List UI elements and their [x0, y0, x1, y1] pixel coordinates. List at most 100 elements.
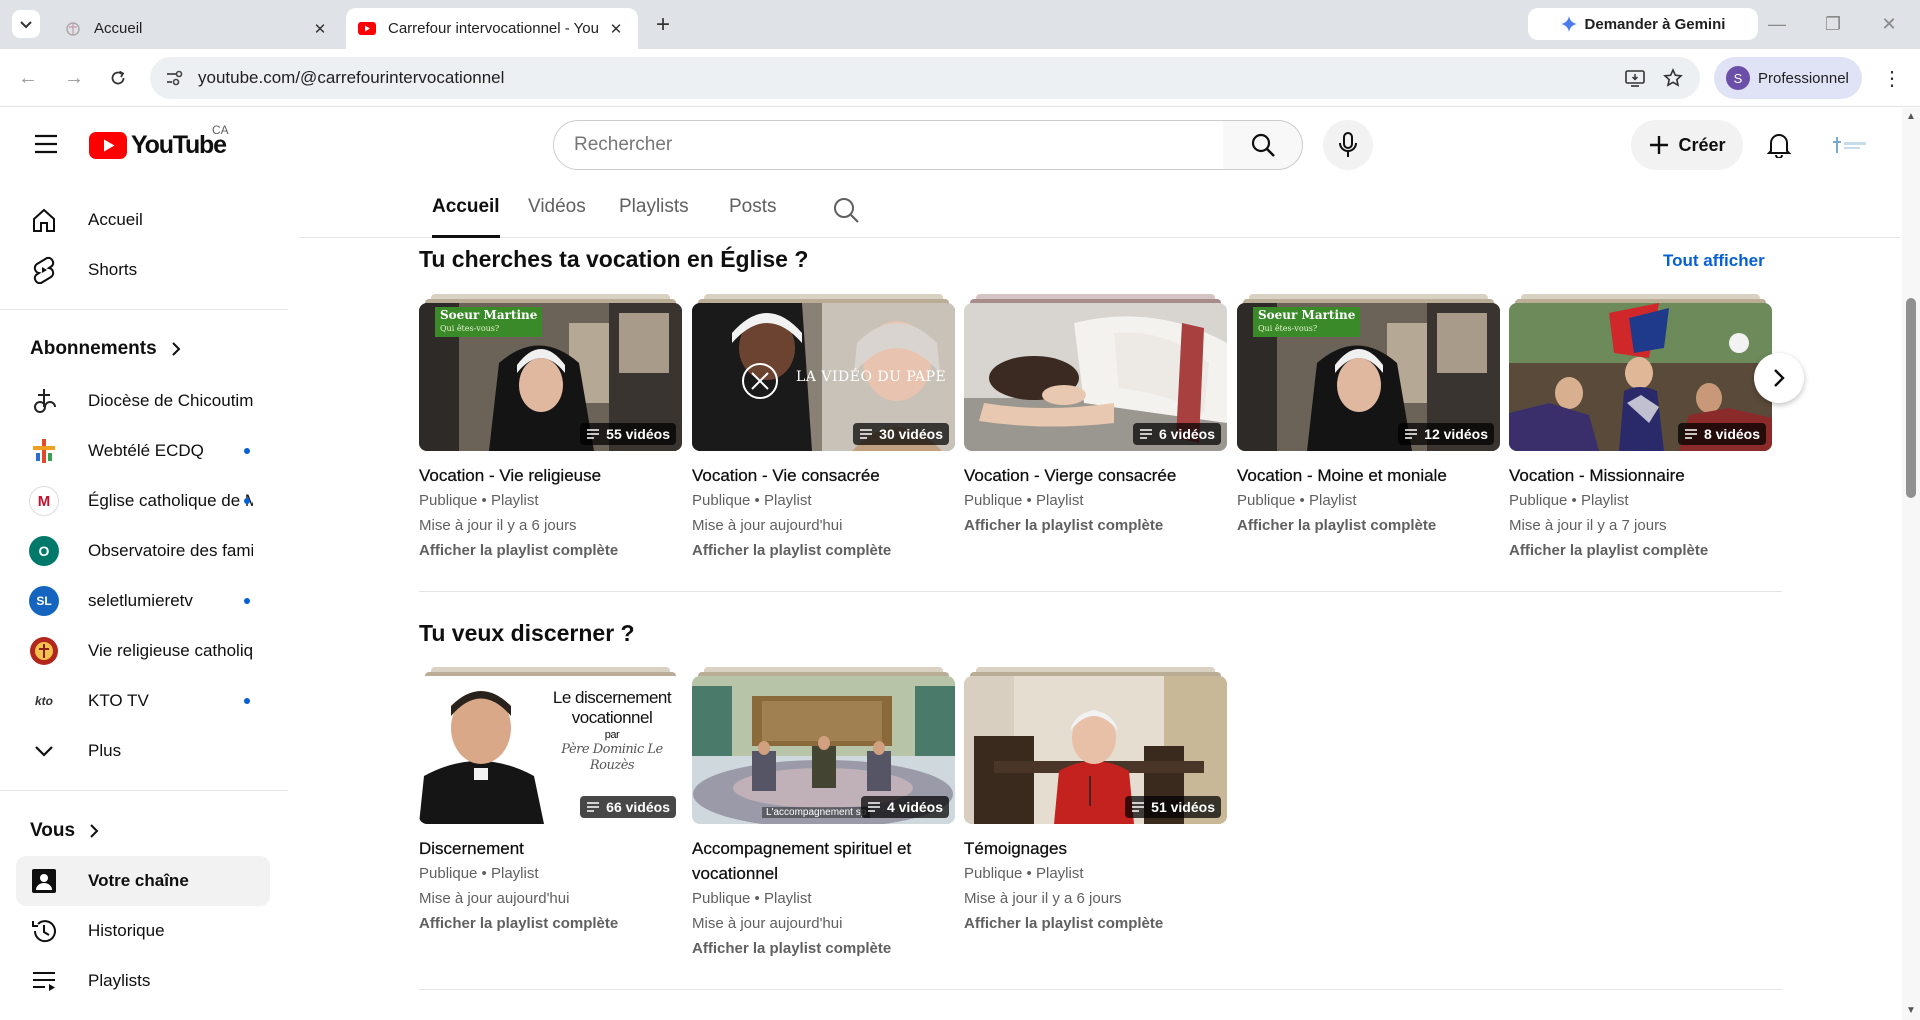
playlist-thumbnail[interactable]: L'accompagnement sp 4 vidéos	[692, 676, 955, 824]
tab-search-menu-button[interactable]	[12, 10, 40, 38]
tab-accueil[interactable]: Accueil	[432, 196, 500, 238]
see-all-link[interactable]: Tout afficher	[1663, 251, 1765, 271]
reload-button[interactable]	[104, 64, 132, 92]
youtube-logo[interactable]: YouTube CA	[89, 123, 229, 159]
tab-videos[interactable]: Vidéos	[528, 196, 586, 238]
bookmark-star-icon[interactable]	[1662, 67, 1684, 89]
scroll-up-arrow-icon[interactable]: ▲	[1906, 112, 1916, 122]
playlist-title[interactable]: Vocation - Moine et moniale	[1237, 463, 1500, 488]
view-full-playlist-link[interactable]: Afficher la playlist complète	[692, 936, 955, 961]
create-label: Créer	[1678, 134, 1726, 155]
new-tab-button[interactable]: +	[650, 11, 676, 38]
playlist-card[interactable]: Soeur Martine Qui êtes-vous? 12 vidéos V…	[1237, 294, 1500, 538]
tab-title: Accueil	[94, 20, 143, 37]
back-button[interactable]: ←	[14, 64, 42, 92]
studio-caption: L'accompagnement sp	[762, 807, 871, 818]
tab-playlists[interactable]: Playlists	[619, 196, 689, 238]
playlist-thumbnail[interactable]: 8 vidéos	[1509, 303, 1772, 451]
view-full-playlist-link[interactable]: Afficher la playlist complète	[419, 911, 682, 936]
search-input[interactable]: Rechercher	[553, 120, 1224, 170]
region-code: CA	[212, 123, 229, 137]
sidebar-item-accueil[interactable]: Accueil	[16, 195, 270, 245]
ask-gemini-button[interactable]: Demander à Gemini	[1528, 8, 1758, 40]
bell-icon	[1767, 134, 1791, 158]
playlist-thumbnail[interactable]: 6 vidéos	[964, 303, 1227, 451]
sidebar-sub-diocese-chicoutimi[interactable]: Diocèse de Chicoutimi	[16, 376, 270, 426]
channel-avatar: O	[28, 535, 60, 567]
playlist-thumbnail[interactable]: LA VIDÉO DU PAPE 30 vidéos	[692, 303, 955, 451]
scrollbar-thumb[interactable]	[1906, 298, 1916, 498]
new-content-indicator	[244, 448, 250, 454]
playlist-card[interactable]: Le discernement vocationnel par Père Dom…	[419, 667, 682, 936]
you-header[interactable]: Vous	[30, 820, 99, 842]
playlist-title[interactable]: Vocation - Vie consacrée	[692, 463, 955, 488]
sidebar-sub-eglise-montreal[interactable]: M Église catholique de Montréal	[16, 476, 270, 526]
sidebar-sub-kto-tv[interactable]: kto KTO TV	[16, 676, 270, 726]
voice-search-button[interactable]	[1323, 120, 1373, 170]
shelf-title: Tu veux discerner ?	[419, 620, 635, 646]
sidebar-more-button[interactable]: Plus	[16, 726, 270, 776]
browser-tab-accueil[interactable]: Accueil ✕	[52, 8, 342, 49]
view-full-playlist-link[interactable]: Afficher la playlist complète	[1237, 513, 1500, 538]
install-app-icon[interactable]	[1624, 67, 1646, 89]
playlist-card[interactable]: L'accompagnement sp 4 vidéos Accompagnem…	[692, 667, 955, 961]
playlist-card[interactable]: 6 vidéos Vocation - Vierge consacrée Pub…	[964, 294, 1227, 538]
subscriptions-header[interactable]: Abonnements	[30, 338, 181, 360]
playlist-title[interactable]: Vocation - Missionnaire	[1509, 463, 1772, 488]
view-full-playlist-link[interactable]: Afficher la playlist complète	[1509, 538, 1772, 563]
browser-profile-button[interactable]: S Professionnel	[1714, 57, 1862, 99]
search-button[interactable]	[1223, 120, 1303, 170]
home-icon	[28, 204, 60, 236]
site-settings-icon[interactable]	[164, 68, 184, 88]
playlist-title[interactable]: Accompagnement spirituel et vocationnel	[692, 836, 955, 886]
view-full-playlist-link[interactable]: Afficher la playlist complète	[964, 513, 1227, 538]
sidebar-sub-observatoire[interactable]: O Observatoire des familles	[16, 526, 270, 576]
tab-posts[interactable]: Posts	[729, 196, 777, 238]
address-bar[interactable]: youtube.com/@carrefourintervocationnel	[150, 57, 1700, 99]
browser-tab-bar: Accueil ✕ Carrefour intervocationnel - Y…	[0, 0, 1920, 49]
view-full-playlist-link[interactable]: Afficher la playlist complète	[964, 911, 1227, 936]
playlist-title[interactable]: Témoignages	[964, 836, 1227, 861]
sidebar-item-label: Plus	[88, 741, 122, 760]
create-button[interactable]: Créer	[1631, 120, 1743, 170]
playlist-thumbnail[interactable]: 51 vidéos	[964, 676, 1227, 824]
close-tab-icon[interactable]: ✕	[310, 19, 330, 39]
maximize-window-button[interactable]: ❐	[1818, 10, 1848, 38]
view-full-playlist-link[interactable]: Afficher la playlist complète	[692, 538, 955, 563]
scroll-down-arrow-icon[interactable]: ▼	[1906, 1006, 1916, 1016]
sidebar-sub-seletlumieretv[interactable]: SL seletlumieretv	[16, 576, 270, 626]
notifications-button[interactable]	[1760, 126, 1798, 164]
sidebar-item-label: Playlists	[88, 971, 151, 990]
browser-menu-icon[interactable]: ⋮	[1880, 65, 1904, 91]
playlist-title[interactable]: Discernement	[419, 836, 682, 861]
forward-button[interactable]: →	[60, 64, 88, 92]
guide-menu-button[interactable]	[26, 128, 66, 160]
playlist-card[interactable]: LA VIDÉO DU PAPE 30 vidéos Vocation - Vi…	[692, 294, 955, 563]
playlist-title[interactable]: Vocation - Vierge consacrée	[964, 463, 1227, 488]
shelf-next-button[interactable]	[1754, 353, 1804, 403]
page-scrollbar[interactable]: ▲ ▼	[1902, 108, 1920, 1020]
minimize-window-button[interactable]: —	[1762, 10, 1792, 38]
close-window-button[interactable]: ✕	[1874, 10, 1904, 38]
playlist-card[interactable]: Soeur Martine Qui êtes-vous? 55 vidéos V…	[419, 294, 682, 563]
channel-search-button[interactable]	[832, 196, 862, 226]
playlist-thumbnail[interactable]: Soeur Martine Qui êtes-vous? 12 vidéos	[1237, 303, 1500, 451]
sidebar-item-label: Diocèse de Chicoutimi	[88, 391, 253, 410]
playlist-card[interactable]: 51 vidéos Témoignages Publique • Playlis…	[964, 667, 1227, 936]
sidebar-sub-vie-religieuse[interactable]: Vie religieuse catholique	[16, 626, 270, 676]
sidebar-item-historique[interactable]: Historique	[16, 906, 270, 956]
playlist-card[interactable]: 8 vidéos Vocation - Missionnaire Publiqu…	[1509, 294, 1772, 563]
sidebar-item-votre-chaine[interactable]: Votre chaîne	[16, 856, 270, 906]
playlist-thumbnail[interactable]: Soeur Martine Qui êtes-vous? 55 vidéos	[419, 303, 682, 451]
close-tab-icon[interactable]: ✕	[606, 19, 626, 39]
view-full-playlist-link[interactable]: Afficher la playlist complète	[419, 538, 682, 563]
vie-religieuse-logo-icon	[30, 637, 58, 665]
playlist-thumbnail[interactable]: Le discernement vocationnel par Père Dom…	[419, 676, 682, 824]
account-avatar[interactable]	[1830, 130, 1870, 160]
sidebar-item-label: Observatoire des familles	[88, 541, 253, 560]
sidebar-sub-webtele-ecdq[interactable]: Webtélé ECDQ	[16, 426, 270, 476]
sidebar-item-shorts[interactable]: Shorts	[16, 245, 270, 295]
sidebar-item-playlists[interactable]: Playlists	[16, 956, 270, 1006]
browser-tab-youtube[interactable]: Carrefour intervocationnel - You ✕	[346, 8, 638, 49]
playlist-title[interactable]: Vocation - Vie religieuse	[419, 463, 682, 488]
